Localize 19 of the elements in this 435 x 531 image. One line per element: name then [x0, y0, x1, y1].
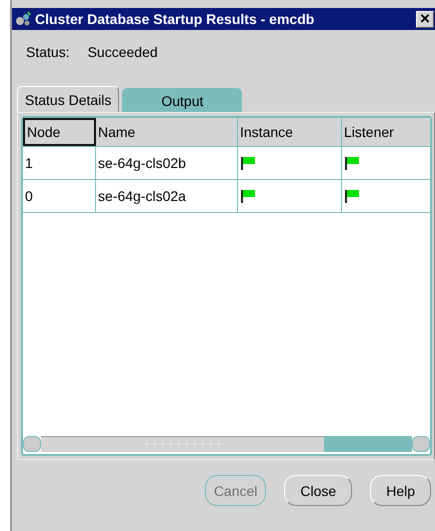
dialog-button[interactable]: Close: [284, 475, 352, 506]
close-button[interactable]: ×: [416, 10, 434, 28]
app-icon: [14, 11, 32, 27]
tab[interactable]: Status Details: [17, 86, 120, 112]
table-cell: se-64g-cls02a: [96, 180, 238, 212]
column-header[interactable]: Instance: [238, 118, 342, 146]
table-cell: se-64g-cls02b: [96, 147, 238, 179]
horizontal-scrollbar[interactable]: [23, 436, 430, 452]
table-cell: 1: [23, 147, 96, 179]
column-header[interactable]: Node: [23, 118, 96, 146]
scroll-thumb[interactable]: [41, 436, 324, 452]
tab[interactable]: Output: [122, 88, 242, 112]
table-cell: 0: [23, 180, 96, 212]
status-value: Succeeded: [88, 44, 158, 62]
column-header[interactable]: Listener: [342, 118, 430, 146]
dialog-button[interactable]: Help: [370, 475, 431, 506]
column-header[interactable]: Name: [96, 118, 238, 146]
status-label: Status:: [26, 44, 70, 62]
window-title: Cluster Database Startup Results - emcdb: [35, 11, 316, 27]
